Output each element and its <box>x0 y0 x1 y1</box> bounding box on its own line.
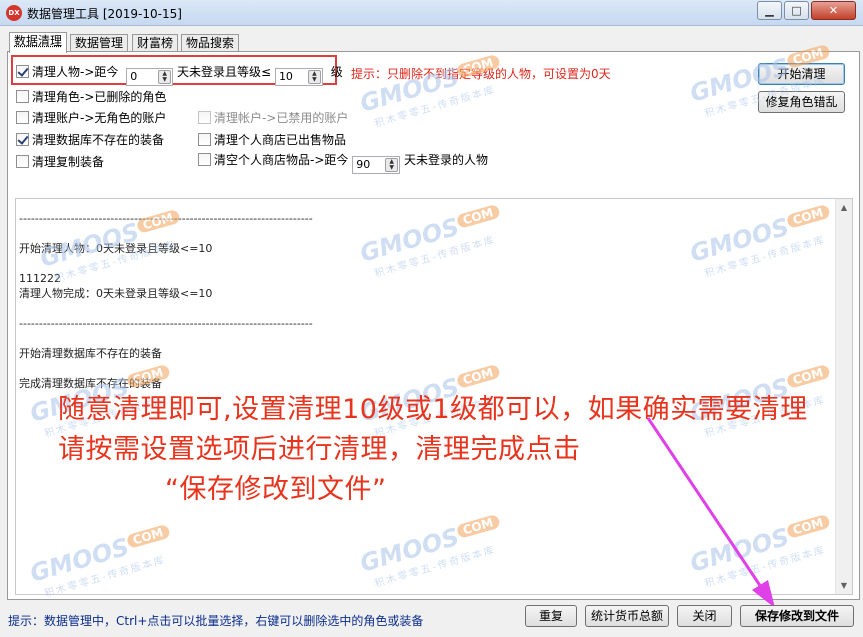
players-level-spinner[interactable]: 10 ▲ ▼ <box>274 68 323 86</box>
minimize-button[interactable]: ▁ <box>757 1 782 20</box>
empty-shop-items-option: 清空个人商店物品->距今 90 ▲ ▼ 天未登录的人物 <box>198 151 488 174</box>
players-days-unit: 天未登录且等级≤ <box>177 65 272 79</box>
clean-hint: 提示：只删除不到指定等级的人物，可设置为0天 <box>351 67 611 81</box>
start-clean-button[interactable]: 开始清理 <box>758 63 845 85</box>
tab-data-clean[interactable]: 数据清理 <box>9 32 68 53</box>
title-bar: DX 数据管理工具 [2019-10-15] ▁ □ ✕ <box>0 0 863 26</box>
tab-wealth-ranking[interactable]: 财富榜 <box>132 34 179 52</box>
spinner-arrows-icon[interactable]: ▲ ▼ <box>307 70 321 84</box>
stats-currency-button[interactable]: 统计货币总额 <box>585 605 669 627</box>
shop-days-spinner[interactable]: 90 ▲ ▼ <box>352 156 401 174</box>
clear-shop-sold-checkbox[interactable] <box>198 133 211 146</box>
clear-players-option: 清理人物->距今 0 ▲ ▼ 天未登录且等级≤ 10 ▲ ▼ 级 <box>16 63 343 86</box>
status-bar: 提示：数据管理中，Ctrl+点击可以批量选择，右键可以删除选中的角色或装备 重复… <box>0 602 863 637</box>
log-scrollbar[interactable]: ▲ ▼ <box>835 199 852 594</box>
players-level-unit: 级 <box>330 65 343 79</box>
clear-roles-option[interactable]: 清理角色->已删除的角色 <box>16 88 166 105</box>
reset-button[interactable]: 重复 <box>525 605 577 627</box>
window-title: 数据管理工具 [2019-10-15] <box>27 7 182 21</box>
players-days-spinner[interactable]: 0 ▲ ▼ <box>126 68 174 86</box>
clear-accounts-banned-checkbox <box>198 111 211 124</box>
log-line: ----------------------------------------… <box>19 317 313 330</box>
repair-roles-button[interactable]: 修复角色错乱 <box>758 91 845 113</box>
log-line: 开始清理人物：0天未登录且等级<=10 <box>19 242 213 255</box>
maximize-button[interactable]: □ <box>784 1 809 20</box>
clear-missing-equipment-checkbox[interactable] <box>16 133 29 146</box>
save-to-file-button[interactable]: 保存修改到文件 <box>740 605 854 627</box>
log-line: 111222 <box>19 272 61 285</box>
close-window-button[interactable]: ✕ <box>811 1 856 20</box>
clear-duplicate-equipment-option[interactable]: 清理复制装备 <box>16 153 104 170</box>
clear-accounts-no-role-checkbox[interactable] <box>16 111 29 124</box>
spinner-arrows-icon[interactable]: ▲ ▼ <box>385 158 399 172</box>
log-line: ----------------------------------------… <box>19 212 313 225</box>
close-button[interactable]: 关闭 <box>677 605 732 627</box>
status-hint: 提示：数据管理中，Ctrl+点击可以批量选择，右键可以删除选中的角色或装备 <box>8 614 424 628</box>
spinner-arrows-icon[interactable]: ▲ ▼ <box>158 70 172 84</box>
data-clean-panel: 清理人物->距今 0 ▲ ▼ 天未登录且等级≤ 10 ▲ ▼ 级 提示：只删除不到指定等… <box>7 51 860 600</box>
scroll-down-icon[interactable]: ▼ <box>836 577 852 594</box>
tab-data-manage[interactable]: 数据管理 <box>70 34 129 52</box>
annotation-line-1: 随意清理即可,设置清理10级或1级都可以，如果确实需要清理 <box>58 394 808 425</box>
clear-shop-sold-option[interactable]: 清理个人商店已出售物品 <box>198 131 346 148</box>
clear-duplicate-equipment-checkbox[interactable] <box>16 155 29 168</box>
tab-item-search[interactable]: 物品搜索 <box>181 34 240 52</box>
empty-shop-items-checkbox[interactable] <box>198 153 211 166</box>
log-lines: ----------------------------------------… <box>19 211 809 391</box>
log-line: 开始清理数据库不存在的装备 <box>19 347 162 360</box>
clear-accounts-banned-option: 清理帐户->已禁用的账户 <box>198 109 348 126</box>
clear-accounts-no-role-option[interactable]: 清理账户->无角色的账户 <box>16 109 166 126</box>
clear-missing-equipment-option[interactable]: 清理数据库不存在的装备 <box>16 131 164 148</box>
shop-days-unit: 天未登录的人物 <box>404 153 489 167</box>
scroll-up-icon[interactable]: ▲ <box>836 199 852 216</box>
clear-roles-checkbox[interactable] <box>16 90 29 103</box>
annotation-line-3: “保存修改到文件” <box>165 474 387 505</box>
app-icon: DX <box>6 5 22 21</box>
clear-players-checkbox[interactable] <box>16 65 29 78</box>
annotation-line-2: 请按需设置选项后进行清理，清理完成点击 <box>58 434 581 465</box>
log-line: 清理人物完成：0天未登录且等级<=10 <box>19 287 213 300</box>
clear-players-label: 清理人物->距今 <box>32 65 119 79</box>
log-line: 完成清理数据库不存在的装备 <box>19 377 162 390</box>
